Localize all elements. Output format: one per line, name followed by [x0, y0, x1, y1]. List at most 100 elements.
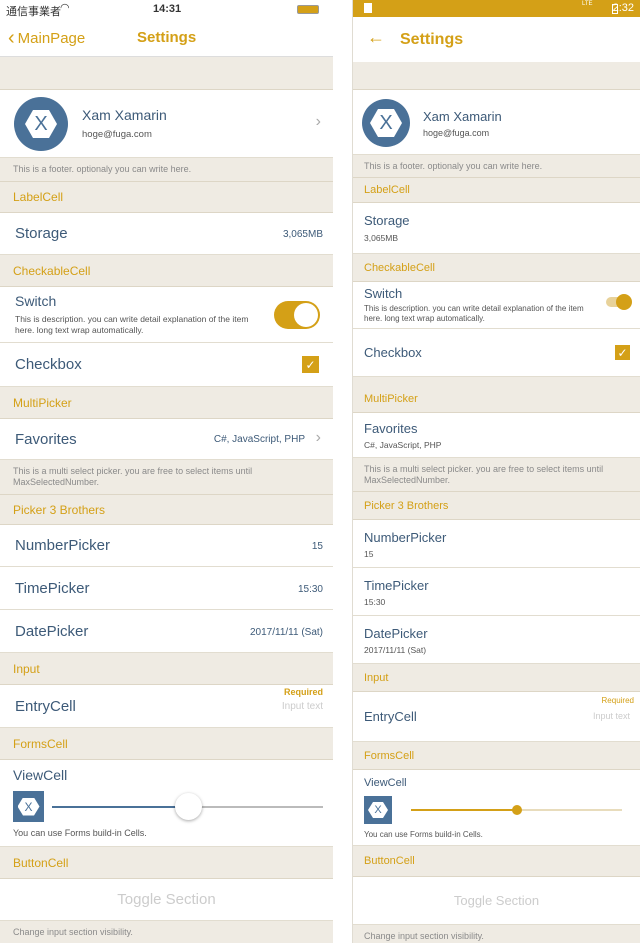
slider-thumb[interactable] [174, 793, 202, 820]
datepicker-cell[interactable]: DatePicker 2017/11/11 (Sat) [353, 616, 640, 664]
viewcell-label: ViewCell [364, 777, 407, 789]
timepicker-cell[interactable]: TimePicker 15:30 [0, 567, 333, 610]
section-header-multipicker: MultiPicker [353, 377, 640, 413]
profile-cell[interactable]: X Xam Xamarin hoge@fuga.com › [0, 90, 333, 158]
section-header-buttoncell: ButtonCell [353, 846, 640, 877]
sd-card-icon [364, 3, 372, 13]
numberpicker-cell[interactable]: NumberPicker 15 [0, 525, 333, 567]
xamarin-logo-icon: X [25, 110, 57, 138]
section-header-labelcell: LabelCell [353, 178, 640, 203]
avatar: X [362, 99, 410, 147]
numberpicker-value: 15 [311, 541, 323, 552]
storage-cell: Storage 3,065MB [353, 203, 640, 254]
spacer-section [353, 62, 640, 90]
switch-toggle[interactable] [606, 294, 632, 310]
switch-cell[interactable]: Switch This is description. you can writ… [353, 282, 640, 329]
datepicker-label: DatePicker [15, 623, 89, 640]
numberpicker-value: 15 [364, 549, 374, 559]
carrier-label: 通信事業者 [6, 6, 61, 18]
section-header-pickers: Picker 3 Brothers [0, 495, 333, 525]
status-time: 14:31 [153, 3, 182, 15]
multipicker-footer: This is a multi select picker. you are f… [0, 460, 333, 495]
checkbox-cell[interactable]: Checkbox ✓ [353, 329, 640, 377]
storage-cell: Storage 3,065MB [0, 213, 333, 255]
back-arrow-icon[interactable]: ← [367, 27, 385, 48]
ios-screen: 通信事業者 ◠ 14:31 ‹ MainPage Settings X Xam … [0, 0, 333, 943]
datepicker-label: DatePicker [364, 626, 428, 641]
entry-cell[interactable]: EntryCell Required Input text [353, 692, 640, 742]
section-header-input: Input [353, 664, 640, 692]
switch-label: Switch [364, 286, 403, 301]
checkbox[interactable]: ✓ [302, 356, 319, 373]
avatar: X [14, 97, 68, 151]
back-button[interactable]: ‹ MainPage [8, 27, 85, 50]
multipicker-footer: This is a multi select picker. you are f… [353, 458, 640, 492]
entry-cell[interactable]: EntryCell Required Input text [0, 685, 333, 728]
timepicker-cell[interactable]: TimePicker 15:30 [353, 568, 640, 616]
section-header-pickers: Picker 3 Brothers [353, 492, 640, 520]
profile-name: Xam Xamarin [82, 107, 167, 123]
storage-value: 3,065MB [282, 229, 323, 240]
numberpicker-cell[interactable]: NumberPicker 15 [353, 520, 640, 568]
ios-status-bar: 通信事業者 ◠ 14:31 [0, 0, 333, 20]
section-header-formscell: FormsCell [0, 728, 333, 760]
favorites-cell[interactable]: Favorites C#, JavaScript, PHP [353, 413, 640, 458]
viewcell-description: You can use Forms build-in Cells. [13, 828, 147, 838]
switch-label: Switch [15, 293, 57, 309]
slider[interactable] [52, 793, 323, 820]
profile-email: hoge@fuga.com [82, 129, 152, 140]
section-header-input: Input [0, 653, 333, 685]
timepicker-value: 15:30 [297, 584, 323, 595]
xamarin-logo-icon: X [13, 791, 44, 822]
timepicker-value: 15:30 [364, 597, 386, 607]
entry-input[interactable]: Input text [593, 711, 630, 721]
storage-label: Storage [15, 225, 68, 242]
entry-label: EntryCell [364, 709, 417, 724]
xamarin-logo-icon: X [364, 796, 392, 824]
section-header-checkable: CheckableCell [0, 255, 333, 287]
switch-description: This is description. you can write detai… [15, 314, 249, 335]
android-toolbar: ← Settings [353, 17, 640, 62]
entry-label: EntryCell [15, 698, 76, 715]
datepicker-cell[interactable]: DatePicker 2017/11/11 (Sat) [0, 610, 333, 653]
back-label: MainPage [17, 30, 86, 47]
switch-cell[interactable]: Switch This is description. you can writ… [0, 287, 333, 343]
switch-description: This is description. you can write detai… [364, 304, 584, 323]
profile-cell[interactable]: X Xam Xamarin hoge@fuga.com [353, 90, 640, 155]
favorites-label: Favorites [15, 431, 77, 448]
network-label: LTE [582, 1, 593, 7]
android-status-bar: LTE 2:32 [353, 0, 640, 17]
viewcell-description: You can use Forms build-in Cells. [364, 830, 483, 839]
slider-thumb[interactable] [511, 805, 522, 815]
toggle-section-button[interactable]: Toggle Section [353, 877, 640, 925]
android-screen: LTE 2:32 ← Settings X Xam Xamarin hoge@f… [352, 0, 640, 943]
spacer-section [0, 57, 333, 90]
chevron-left-icon: ‹ [8, 27, 15, 49]
slider[interactable] [411, 805, 622, 815]
section-header-formscell: FormsCell [353, 742, 640, 770]
numberpicker-label: NumberPicker [364, 530, 447, 545]
timepicker-label: TimePicker [364, 578, 429, 593]
favorites-cell[interactable]: Favorites C#, JavaScript, PHP › [0, 419, 333, 460]
button-footer: Change input section visibility. [353, 925, 640, 943]
viewcell: ViewCell X You can use Forms build-in Ce… [0, 760, 333, 847]
checkbox-label: Checkbox [364, 345, 422, 360]
battery-icon [297, 5, 319, 14]
storage-value: 3,065MB [364, 233, 399, 243]
favorites-label: Favorites [364, 421, 418, 436]
viewcell: ViewCell X You can use Forms build-in Ce… [353, 770, 640, 846]
entry-input[interactable]: Input text [282, 701, 323, 712]
profile-name: Xam Xamarin [423, 109, 502, 124]
toggle-section-button[interactable]: Toggle Section [0, 879, 333, 921]
ios-nav-bar: ‹ MainPage Settings [0, 20, 333, 57]
status-time: 2:32 [612, 2, 634, 14]
page-title: Settings [137, 29, 197, 46]
required-label: Required [283, 687, 323, 697]
profile-email: hoge@fuga.com [423, 128, 490, 138]
section-header-buttoncell: ButtonCell [0, 847, 333, 879]
checkbox-cell[interactable]: Checkbox ✓ [0, 343, 333, 387]
xamarin-logo-icon: X [370, 109, 402, 137]
checkbox[interactable]: ✓ [615, 345, 630, 360]
datepicker-value: 2017/11/11 (Sat) [364, 645, 427, 655]
switch-toggle[interactable] [274, 301, 320, 329]
